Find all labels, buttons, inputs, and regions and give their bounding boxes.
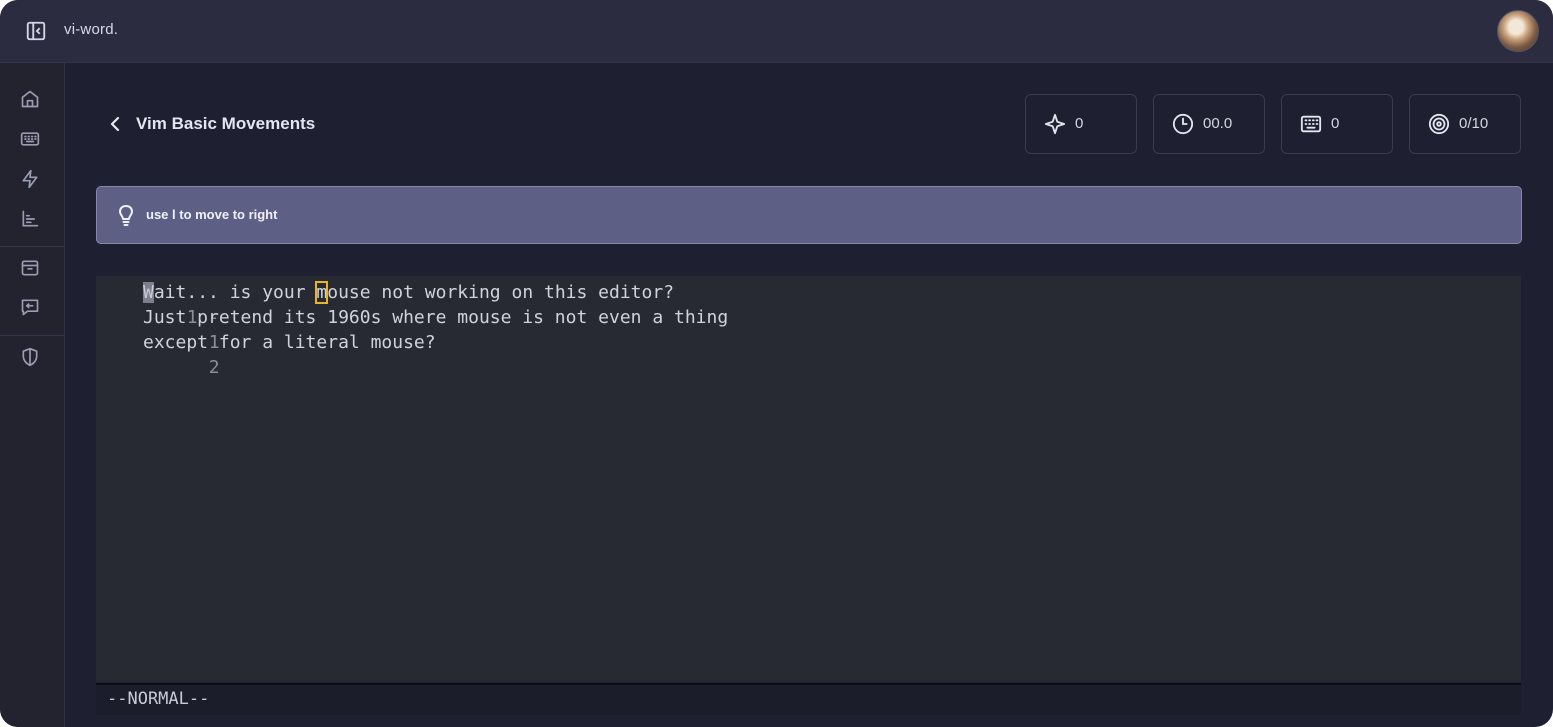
line-text: except for a literal mouse? xyxy=(143,332,436,353)
editor-line: 2 except for a literal mouse? xyxy=(96,330,436,378)
stat-value: 00.0 xyxy=(1203,115,1233,132)
sidebar-toggle-icon[interactable] xyxy=(25,20,47,42)
stat-value: 0 xyxy=(1331,115,1340,132)
cursor-position: W xyxy=(143,282,154,303)
page-title: Vim Basic Movements xyxy=(136,114,316,133)
feedback-icon[interactable] xyxy=(20,297,40,317)
zap-icon[interactable] xyxy=(20,169,40,189)
sidebar xyxy=(0,63,65,727)
sparkle-icon xyxy=(1044,113,1066,135)
main-content: Vim Basic Movements 0 00.0 0 0/10 use l … xyxy=(65,63,1553,727)
clock-icon xyxy=(1172,113,1194,135)
vim-mode-indicator: --NORMAL-- xyxy=(107,689,210,709)
stat-time: 00.0 xyxy=(1153,94,1265,154)
line-text: ouse not working on this editor? xyxy=(327,282,675,303)
target-icon xyxy=(1428,113,1450,135)
line-text: ait... is your xyxy=(153,282,317,303)
sidebar-divider xyxy=(0,246,64,247)
shield-icon[interactable] xyxy=(20,347,40,367)
line-number: 2 xyxy=(208,357,220,378)
top-bar: vi-word. xyxy=(0,0,1553,63)
stat-keystrokes: 0 xyxy=(1281,94,1393,154)
stat-score: 0 xyxy=(1025,94,1137,154)
hint-text: use l to move to right xyxy=(146,207,278,222)
lightbulb-icon xyxy=(117,204,135,226)
line-text: Just pretend its 1960s where mouse is no… xyxy=(143,307,729,328)
stat-value: 0/10 xyxy=(1459,115,1489,132)
target-character: m xyxy=(315,281,329,304)
back-button[interactable] xyxy=(108,114,124,134)
keyboard-icon[interactable] xyxy=(20,129,40,149)
home-icon[interactable] xyxy=(20,89,40,109)
avatar[interactable] xyxy=(1497,10,1539,52)
stat-value: 0 xyxy=(1075,115,1084,132)
stat-target: 0/10 xyxy=(1409,94,1521,154)
vim-status-bar: --NORMAL-- xyxy=(96,683,1521,715)
sidebar-divider xyxy=(0,335,64,336)
editor-line: 1 - Wait... is your mouse not working on … xyxy=(96,280,674,328)
inbox-icon[interactable] xyxy=(20,258,40,278)
bar-chart-icon[interactable] xyxy=(20,209,40,229)
app-title: vi-word. xyxy=(64,21,119,38)
code-editor[interactable]: 1 - Wait... is your mouse not working on … xyxy=(96,276,1521,682)
hint-banner: use l to move to right xyxy=(96,186,1522,244)
keyboard-icon xyxy=(1300,113,1322,135)
editor-line: 1 Just pretend its 1960s where mouse is n… xyxy=(96,305,728,353)
app-window: vi-word. Vim Basic Movements 0 00.0 0 0/… xyxy=(0,0,1553,727)
